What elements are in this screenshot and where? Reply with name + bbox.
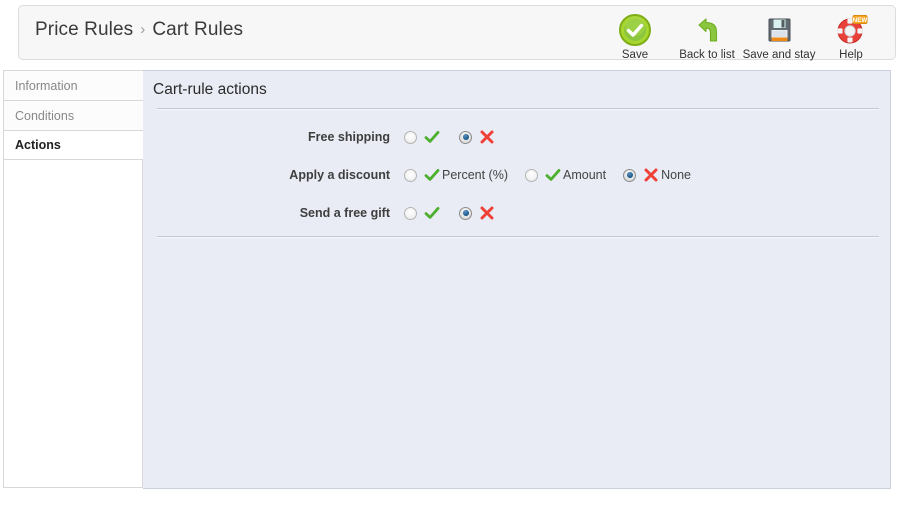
header-bar: Price Rules›Cart Rules Save xyxy=(18,5,896,60)
help-button-label: Help xyxy=(839,49,863,61)
free-shipping-yes-radio[interactable] xyxy=(404,131,417,144)
save-and-stay-button[interactable]: Save and stay xyxy=(743,9,815,61)
tab-conditions-label: Conditions xyxy=(15,109,74,123)
breadcrumb: Price Rules›Cart Rules xyxy=(35,19,243,41)
divider-bottom xyxy=(157,236,879,238)
save-button[interactable]: Save xyxy=(599,9,671,61)
free-shipping-options xyxy=(404,129,497,145)
new-badge: NEW xyxy=(853,16,868,25)
page-root: Price Rules›Cart Rules Save xyxy=(0,0,914,506)
discount-percent-radio[interactable] xyxy=(404,169,417,182)
discount-amount-text: Amount xyxy=(563,168,606,182)
discount-none-option[interactable]: None xyxy=(623,167,691,183)
apply-a-discount-options: Percent (%) Amount xyxy=(404,167,691,183)
tab-rail-filler xyxy=(3,160,143,488)
breadcrumb-current: Cart Rules xyxy=(152,19,243,40)
help-button[interactable]: NEW Help xyxy=(815,9,887,61)
free-shipping-no-radio[interactable] xyxy=(459,131,472,144)
send-a-free-gift-options xyxy=(404,205,497,221)
divider-top xyxy=(157,108,879,110)
apply-a-discount-label: Apply a discount xyxy=(143,168,404,182)
back-to-list-button[interactable]: Back to list xyxy=(671,9,743,61)
red-cross-icon xyxy=(643,167,659,183)
back-to-list-label: Back to list xyxy=(679,49,735,61)
breadcrumb-parent[interactable]: Price Rules xyxy=(35,19,133,40)
tab-actions-label: Actions xyxy=(15,138,61,152)
back-arrow-icon xyxy=(689,12,725,48)
green-check-icon xyxy=(424,129,440,145)
discount-amount-radio[interactable] xyxy=(525,169,538,182)
svg-text:NEW: NEW xyxy=(853,17,868,24)
page-title: Cart-rule actions xyxy=(153,81,267,99)
discount-percent-text: Percent (%) xyxy=(442,168,508,182)
free-shipping-yes-option[interactable] xyxy=(404,129,442,145)
cart-rule-actions-panel: Cart-rule actions Free shipping xyxy=(143,70,891,489)
tab-information[interactable]: Information xyxy=(3,70,144,100)
form-rows: Free shipping xyxy=(143,118,890,232)
row-send-a-free-gift: Send a free gift xyxy=(143,194,890,232)
free-gift-no-radio[interactable] xyxy=(459,207,472,220)
discount-amount-option[interactable]: Amount xyxy=(525,167,606,183)
red-cross-icon xyxy=(479,205,495,221)
toolbar: Save Back to list xyxy=(599,9,887,61)
discount-none-text: None xyxy=(661,168,691,182)
row-apply-a-discount: Apply a discount Percent (%) xyxy=(143,156,890,194)
tab-information-label: Information xyxy=(15,79,78,93)
red-cross-icon xyxy=(479,129,495,145)
green-check-icon xyxy=(424,167,440,183)
free-gift-no-option[interactable] xyxy=(459,205,497,221)
free-gift-yes-radio[interactable] xyxy=(404,207,417,220)
floppy-disk-icon xyxy=(761,12,797,48)
free-shipping-label: Free shipping xyxy=(143,130,404,144)
tab-rail: Information Conditions Actions xyxy=(3,70,144,160)
row-free-shipping: Free shipping xyxy=(143,118,890,156)
discount-percent-option[interactable]: Percent (%) xyxy=(404,167,508,183)
lifesaver-help-icon: NEW xyxy=(833,12,869,48)
discount-none-radio[interactable] xyxy=(623,169,636,182)
save-check-icon xyxy=(617,12,653,48)
save-and-stay-label: Save and stay xyxy=(743,49,816,61)
green-check-icon xyxy=(424,205,440,221)
green-check-icon xyxy=(545,167,561,183)
send-a-free-gift-label: Send a free gift xyxy=(143,206,404,220)
chevron-right-icon: › xyxy=(133,21,152,38)
tab-actions[interactable]: Actions xyxy=(3,130,145,160)
tab-conditions[interactable]: Conditions xyxy=(3,100,144,130)
save-button-label: Save xyxy=(622,49,648,61)
free-gift-yes-option[interactable] xyxy=(404,205,442,221)
free-shipping-no-option[interactable] xyxy=(459,129,497,145)
